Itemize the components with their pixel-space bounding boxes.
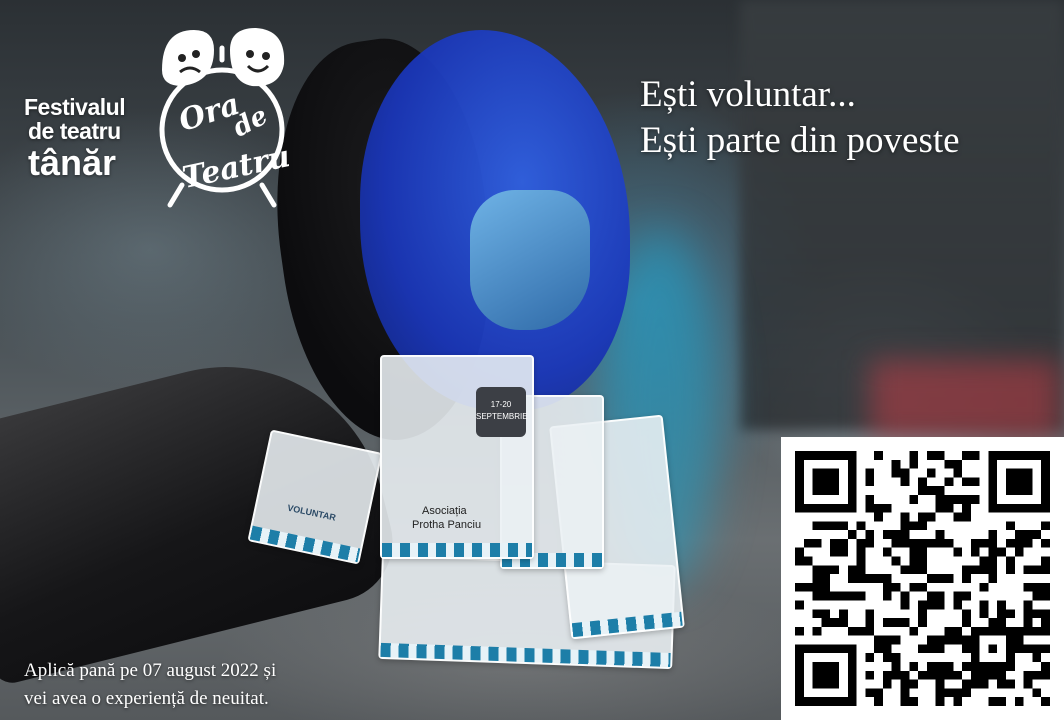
badge-role-text: VOLUNTAR <box>286 502 337 523</box>
logo-line2: de teatru <box>28 118 121 144</box>
deadline-line1: Aplică pană pe 07 august 2022 și <box>24 660 277 681</box>
headline: Ești voluntar... Ești parte din poveste <box>640 72 960 164</box>
festival-logo: Festivalul de teatru tânăr Ora de Teatru <box>24 20 294 215</box>
badge-front: 17-20 SEPTEMBRIE Asociația Protha Panciu <box>380 355 534 559</box>
background-red-sign <box>870 360 1060 440</box>
badge-month: SEPTEMBRIE <box>476 412 528 421</box>
badge-left: VOLUNTAR <box>247 429 383 565</box>
gloved-hand <box>470 190 590 330</box>
badge-date-block: 17-20 SEPTEMBRIE <box>476 387 528 437</box>
badge-org-line1: Asociația <box>422 505 467 517</box>
emblem-word-ora: Ora <box>175 87 244 139</box>
logo-line3: tânăr <box>28 142 117 183</box>
photo-background: VOLUNTAR 17-20 SEPTEMBRIE Asociația Prot… <box>0 0 1064 720</box>
headline-line2: Ești parte din poveste <box>640 120 960 161</box>
qr-code-panel[interactable] <box>781 437 1064 720</box>
alarm-clock-theatre-masks-icon: Ora de Teatru <box>159 28 292 208</box>
headline-line1: Ești voluntar... <box>640 74 856 115</box>
deadline-line2: vei avea o experiență de neuitat. <box>24 688 269 709</box>
badge-org-line2: Protha Panciu <box>412 519 482 531</box>
qr-code-icon[interactable] <box>795 451 1050 706</box>
badge-dates: 17-20 <box>490 400 512 409</box>
logo-line1: Festivalul <box>24 94 126 120</box>
application-deadline-text: Aplică pană pe 07 august 2022 și vei ave… <box>24 657 276 713</box>
